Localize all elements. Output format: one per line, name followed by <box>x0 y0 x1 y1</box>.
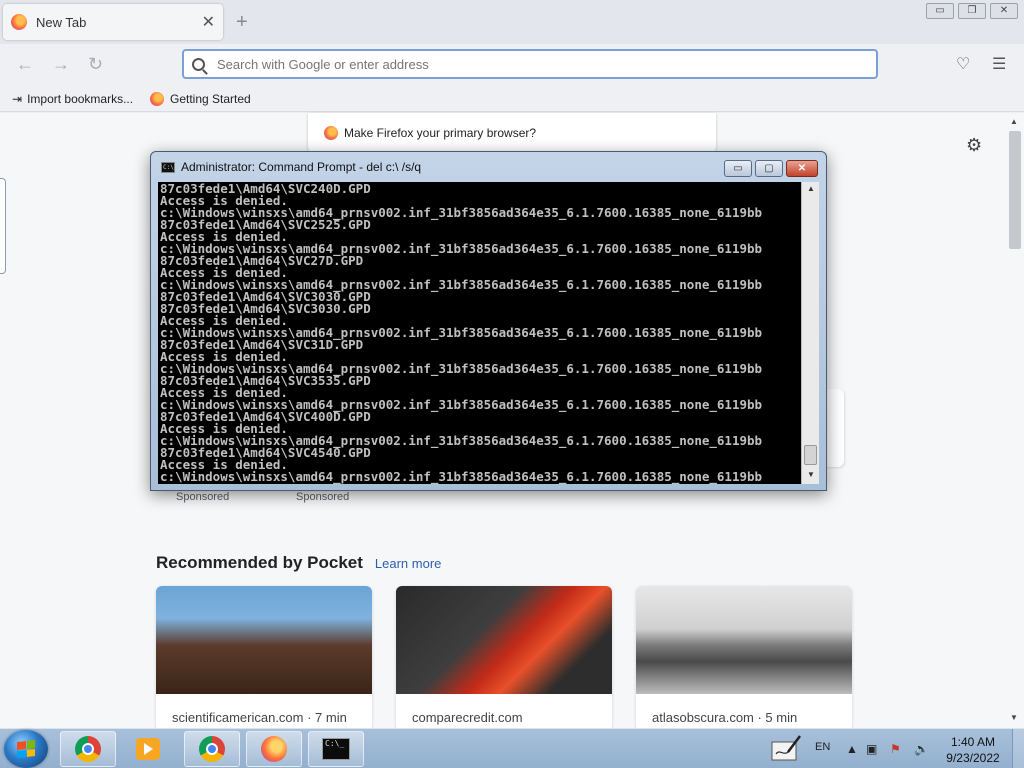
cmd-maximize-button[interactable]: ▢ <box>755 160 783 177</box>
card-image <box>156 586 372 694</box>
scroll-thumb[interactable] <box>1009 131 1021 249</box>
address-input[interactable] <box>217 56 857 72</box>
card-image <box>396 586 612 694</box>
bookmark-import[interactable]: ⇥ Import bookmarks... <box>12 92 133 106</box>
taskbar-chrome[interactable] <box>184 731 240 767</box>
reload-icon[interactable]: ↻ <box>88 54 103 75</box>
network-icon[interactable]: ▣ <box>866 742 877 756</box>
firefox-icon <box>11 14 27 30</box>
cmd-close-button[interactable]: ✕ <box>786 160 818 177</box>
show-hidden-icons-icon[interactable]: ▲ <box>846 742 858 756</box>
card-source: comparecredit.com <box>412 710 523 725</box>
pen-input-icon[interactable] <box>770 734 802 762</box>
pocket-heading: Recommended by Pocket Learn more <box>156 553 441 573</box>
tab-strip: New Tab ✕ + ▭ ❐ ✕ <box>0 0 1024 44</box>
tab-title: New Tab <box>36 14 87 30</box>
command-prompt-window: C:\ Administrator: Command Prompt - del … <box>150 151 827 491</box>
menu-icon[interactable]: ☰ <box>992 54 1006 74</box>
bookmark-getting-started[interactable]: Getting Started <box>150 92 251 106</box>
prompt-text: Make Firefox your primary browser? <box>344 126 537 140</box>
scroll-up-icon[interactable]: ▲ <box>807 184 815 193</box>
navigation-toolbar: ← → ↻ ♡ ☰ <box>0 44 1024 86</box>
bookmark-label: Import bookmarks... <box>27 92 134 106</box>
start-button[interactable] <box>4 730 48 768</box>
close-button[interactable]: ✕ <box>990 3 1018 19</box>
import-icon: ⇥ <box>12 92 23 106</box>
tab-new-tab[interactable]: New Tab ✕ <box>3 4 223 40</box>
scroll-up-icon[interactable]: ▲ <box>1010 117 1018 126</box>
new-tab-button[interactable]: + <box>236 12 248 32</box>
tab-close-icon[interactable]: ✕ <box>202 12 215 32</box>
restore-button[interactable]: ❐ <box>958 3 986 19</box>
pocket-card[interactable]: comparecredit.com <box>396 586 612 731</box>
pocket-icon[interactable]: ♡ <box>956 54 970 74</box>
action-center-icon[interactable]: ⚑ <box>890 742 901 756</box>
sponsored-label: Sponsored <box>296 491 350 503</box>
card-image <box>636 586 852 694</box>
pocket-card[interactable]: atlasobscura.com · 5 min <box>636 586 852 731</box>
pocket-card[interactable]: scientificamerican.com · 7 min <box>156 586 372 731</box>
taskbar-chrome-pinned[interactable] <box>60 731 116 767</box>
chrome-icon <box>75 736 101 762</box>
learn-more-link[interactable]: Learn more <box>375 556 441 571</box>
taskbar-command-prompt[interactable]: C:\_ <box>308 731 364 767</box>
scroll-down-icon[interactable]: ▼ <box>807 470 815 479</box>
taskbar-firefox[interactable] <box>246 731 302 767</box>
cmd-title: Administrator: Command Prompt - del c:\ … <box>181 160 422 174</box>
taskbar-media-player[interactable] <box>120 731 176 767</box>
taskbar: C:\_ EN ▲ ▣ ⚑ 🔈 1:40 AM 9/23/2022 <box>0 728 1024 768</box>
search-icon <box>192 57 205 71</box>
cmd-window-controls: ▭ ▢ ✕ <box>724 160 818 177</box>
windows-logo-icon <box>17 740 35 758</box>
firefox-icon <box>324 126 338 140</box>
sponsored-label: Sponsored <box>176 491 230 503</box>
firefox-icon <box>150 92 164 106</box>
language-indicator[interactable]: EN <box>815 741 830 753</box>
firefox-icon <box>261 736 287 762</box>
console-line: c:\Windows\winsxs\amd64_prnsv002.inf_31b… <box>160 469 763 484</box>
cmd-icon: C:\_ <box>322 738 350 760</box>
cmd-console-output[interactable]: 87c03fede1\Amd64\SVC240D.GPD Access is de… <box>158 182 801 484</box>
media-player-icon <box>136 738 160 760</box>
side-panel-edge <box>0 178 6 274</box>
volume-icon[interactable]: 🔈 <box>914 742 929 756</box>
clock-time: 1:40 AM <box>950 735 996 749</box>
window-controls: ▭ ❐ ✕ <box>926 3 1018 19</box>
scroll-down-icon[interactable]: ▼ <box>1010 713 1018 722</box>
gear-icon[interactable]: ⚙ <box>966 135 982 156</box>
show-desktop-button[interactable] <box>1012 729 1024 768</box>
cmd-scrollbar[interactable]: ▲ ▼ <box>801 182 819 484</box>
minimize-button[interactable]: ▭ <box>926 3 954 19</box>
bookmark-label: Getting Started <box>170 92 251 106</box>
cmd-minimize-button[interactable]: ▭ <box>724 160 752 177</box>
clock[interactable]: 1:40 AM 9/23/2022 <box>940 734 1006 766</box>
scroll-thumb[interactable] <box>804 445 817 465</box>
cmd-icon: C:\ <box>161 161 175 173</box>
card-source: scientificamerican.com · 7 min <box>172 710 347 725</box>
card-source: atlasobscura.com · 5 min <box>652 710 798 725</box>
chrome-icon <box>199 736 225 762</box>
back-arrow-icon[interactable]: ← <box>16 54 34 75</box>
default-browser-prompt: Make Firefox your primary browser? <box>308 113 716 153</box>
bookmarks-toolbar: ⇥ Import bookmarks... Getting Started <box>0 86 1024 112</box>
address-bar[interactable] <box>182 49 878 79</box>
pocket-title: Recommended by Pocket <box>156 553 363 572</box>
forward-arrow-icon[interactable]: → <box>52 54 70 75</box>
page-scrollbar[interactable]: ▲ ▼ <box>1008 117 1021 723</box>
clock-date: 9/23/2022 <box>946 751 1000 765</box>
